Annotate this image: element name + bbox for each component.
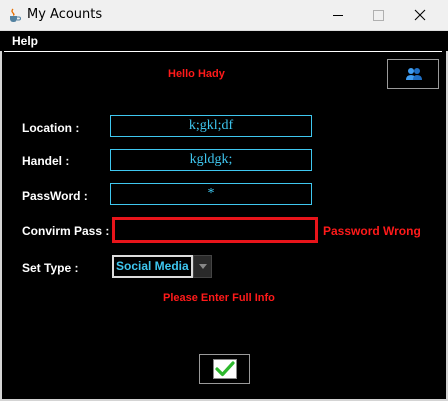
menu-separator bbox=[4, 51, 442, 52]
maximize-button[interactable] bbox=[358, 0, 398, 30]
minimize-button[interactable] bbox=[318, 0, 358, 30]
confirm-password-label: Convirm Pass : bbox=[22, 224, 110, 238]
title-bar[interactable]: My Acounts bbox=[0, 0, 448, 31]
maximize-icon bbox=[373, 10, 384, 21]
info-message: Please Enter Full Info bbox=[163, 292, 275, 304]
password-field[interactable] bbox=[110, 183, 312, 205]
type-select-value: Social Media bbox=[112, 255, 193, 278]
set-type-label: Set Type : bbox=[22, 261, 79, 275]
profile-button[interactable] bbox=[387, 59, 439, 89]
checkmark-icon bbox=[213, 359, 237, 379]
type-select[interactable]: Social Media bbox=[112, 255, 212, 278]
menu-bar: Help bbox=[0, 31, 448, 51]
minimize-icon bbox=[333, 15, 343, 16]
confirm-password-field[interactable] bbox=[112, 217, 318, 243]
close-icon bbox=[414, 9, 426, 21]
submit-button[interactable] bbox=[199, 354, 250, 384]
users-icon bbox=[406, 68, 422, 80]
greeting-text: Hello Hady bbox=[168, 68, 225, 80]
window-title: My Acounts bbox=[27, 7, 103, 22]
handle-label: Handel : bbox=[22, 154, 70, 168]
chevron-down-icon bbox=[199, 264, 207, 269]
window-border-left bbox=[0, 31, 2, 401]
menu-help[interactable]: Help bbox=[12, 34, 38, 48]
password-label: PassWord : bbox=[22, 189, 88, 203]
location-field[interactable] bbox=[110, 115, 312, 137]
location-label: Location : bbox=[22, 121, 80, 135]
password-error-message: Password Wrong bbox=[323, 224, 421, 238]
handle-field[interactable] bbox=[110, 149, 312, 171]
type-select-arrow[interactable] bbox=[193, 255, 212, 278]
java-cup-icon bbox=[10, 8, 21, 22]
close-button[interactable] bbox=[400, 0, 440, 30]
